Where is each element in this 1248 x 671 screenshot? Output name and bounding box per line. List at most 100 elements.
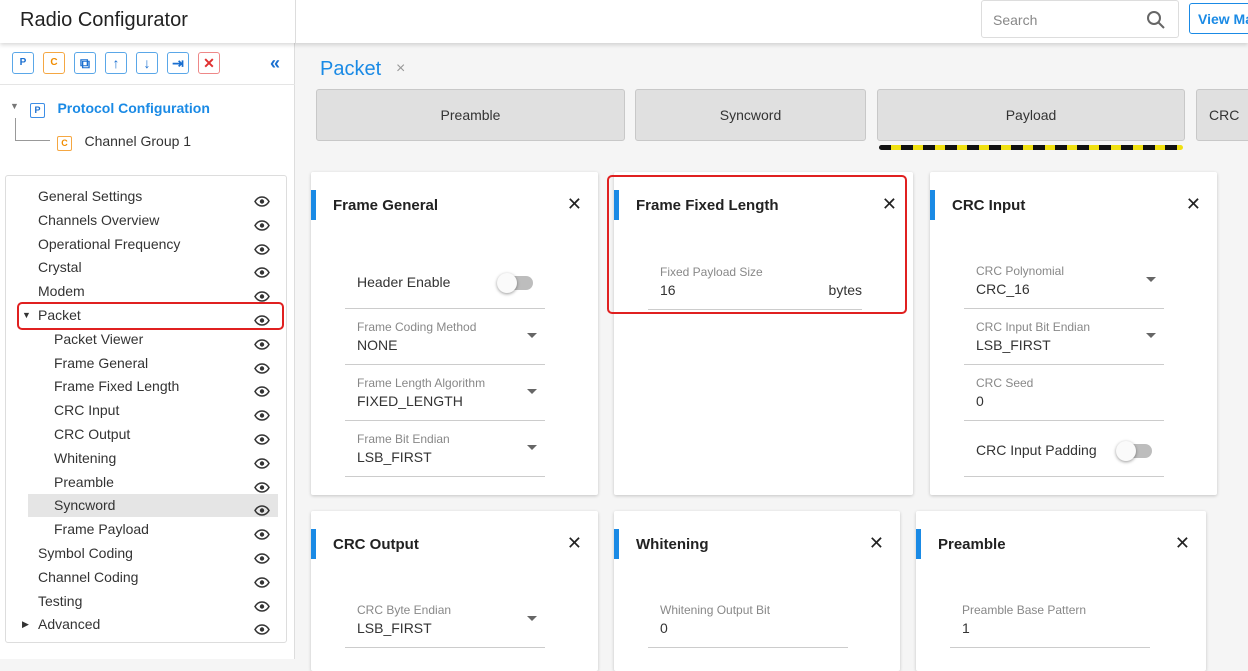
crc-byte-endian-select[interactable]: CRC Byte Endian LSB_FIRST — [345, 593, 545, 648]
settings-nav: General Settings Channels Overview Operati… — [5, 175, 287, 643]
sidebar-item-label: Operational Frequency — [38, 235, 181, 252]
sidebar-item-label: Channel Coding — [38, 568, 139, 585]
crc-input-bit-endian-select[interactable]: CRC Input Bit Endian LSB_FIRST — [964, 310, 1164, 365]
sidebar-item-channels-overview[interactable]: Channels Overview — [28, 209, 278, 232]
copy-button[interactable]: ⧉ — [74, 52, 96, 74]
tab-payload[interactable]: Payload — [877, 89, 1185, 141]
active-tab-indicator — [879, 145, 1183, 150]
dropdown-arrow-icon — [527, 333, 537, 338]
field-label: CRC Input Bit Endian — [976, 320, 1091, 334]
search-placeholder: Search — [993, 12, 1038, 28]
sidebar-item-label: Testing — [38, 592, 83, 609]
sidebar-item-crc-output[interactable]: CRC Output — [28, 423, 278, 446]
header-enable-toggle[interactable] — [497, 273, 533, 293]
dropdown-arrow-icon — [527, 389, 537, 394]
close-icon[interactable]: ✕ — [567, 533, 582, 554]
sidebar-item-label: Preamble — [54, 473, 114, 490]
field-value: 0 — [976, 393, 984, 409]
card-title: CRC Output — [333, 536, 419, 553]
crc-input-padding-row: CRC Input Padding — [964, 422, 1164, 477]
card-crc-output: CRC Output ✕ CRC Byte Endian LSB_FIRST — [311, 511, 598, 671]
sidebar-item-label: Frame Payload — [54, 521, 149, 538]
delete-button[interactable]: ✕ — [198, 52, 220, 74]
field-value: LSB_FIRST — [357, 449, 432, 465]
card-title: Whitening — [636, 536, 709, 553]
sidebar-item-frame-general[interactable]: Frame General — [28, 352, 278, 375]
dropdown-arrow-icon — [1146, 277, 1156, 282]
sidebar-item-modem[interactable]: Modem — [28, 280, 278, 303]
field-value: 0 — [660, 620, 668, 636]
card-title: CRC Input — [952, 197, 1026, 214]
header-enable-label: Header Enable — [357, 274, 451, 290]
divider — [0, 84, 295, 85]
sidebar-item-label: Modem — [38, 283, 85, 300]
close-icon[interactable]: ✕ — [567, 194, 582, 215]
crc-polynomial-select[interactable]: CRC Polynomial CRC_16 — [964, 254, 1164, 309]
sidebar-item-syncword[interactable]: Syncword — [28, 494, 278, 518]
frame-length-algorithm-select[interactable]: Frame Length Algorithm FIXED_LENGTH — [345, 366, 545, 421]
tree-child[interactable]: C Channel Group 1 — [57, 133, 191, 151]
field-value: LSB_FIRST — [976, 337, 1051, 353]
whitening-output-bit-input[interactable]: Whitening Output Bit 0 — [648, 593, 848, 648]
close-page-icon[interactable]: × — [396, 60, 405, 78]
tree-root-label: Protocol Configuration — [57, 100, 210, 116]
sidebar-item-general-settings[interactable]: General Settings — [28, 185, 278, 208]
divider — [295, 0, 296, 43]
eye-icon[interactable] — [254, 619, 270, 642]
frame-bit-endian-select[interactable]: Frame Bit Endian LSB_FIRST — [345, 422, 545, 477]
sidebar-item-crc-input[interactable]: CRC Input — [28, 399, 278, 422]
expand-caret-icon[interactable]: ▼ — [10, 101, 19, 111]
field-value: 1 — [962, 620, 970, 636]
sidebar-item-label: Frame General — [54, 354, 149, 371]
caret-right-icon[interactable]: ▶ — [22, 613, 29, 636]
tab-preamble[interactable]: Preamble — [316, 89, 625, 141]
channel-badge-icon: C — [57, 136, 72, 151]
sidebar-item-label: CRC Output — [54, 426, 131, 442]
sidebar-item-symbol-coding[interactable]: Symbol Coding — [28, 542, 278, 565]
add-protocol-button[interactable]: P — [12, 52, 34, 74]
field-label: CRC Polynomial — [976, 264, 1065, 278]
sidebar-item-frame-payload[interactable]: Frame Payload — [28, 518, 278, 541]
crc-input-padding-toggle[interactable] — [1116, 441, 1152, 461]
field-label: Preamble Base Pattern — [962, 603, 1087, 617]
highlight-packet — [17, 302, 284, 330]
move-down-button[interactable]: ↓ — [136, 52, 158, 74]
sidebar-item-label: Frame Fixed Length — [54, 378, 180, 395]
field-label: Frame Length Algorithm — [357, 376, 486, 390]
frame-coding-method-select[interactable]: Frame Coding Method NONE — [345, 310, 545, 365]
field-label: CRC Byte Endian — [357, 603, 452, 617]
sidebar-item-advanced[interactable]: ▶ Advanced — [22, 613, 278, 636]
move-up-button[interactable]: ↑ — [105, 52, 127, 74]
import-button[interactable]: ⇥ — [167, 52, 189, 74]
field-label: Frame Bit Endian — [357, 432, 450, 446]
sidebar-item-crystal[interactable]: Crystal — [28, 256, 278, 279]
sidebar-item-packet-viewer[interactable]: Packet Viewer — [28, 328, 278, 351]
close-icon[interactable]: ✕ — [869, 533, 884, 554]
sidebar-item-channel-coding[interactable]: Channel Coding — [28, 566, 278, 589]
dropdown-arrow-icon — [527, 616, 537, 621]
search-icon[interactable] — [1146, 10, 1166, 30]
sidebar-item-preamble[interactable]: Preamble — [28, 471, 278, 494]
add-channel-group-button[interactable]: C — [43, 52, 65, 74]
sidebar-item-testing[interactable]: Testing — [28, 590, 278, 613]
crc-seed-input[interactable]: CRC Seed 0 — [964, 366, 1164, 421]
sidebar: P C ⧉ ↑ ↓ ⇥ ✕ « ▼ P Protocol Configurati… — [0, 43, 295, 659]
sidebar-item-label: General Settings — [38, 188, 143, 204]
sidebar-item-whitening[interactable]: Whitening — [28, 447, 278, 470]
field-value: FIXED_LENGTH — [357, 393, 463, 409]
tab-crc[interactable]: CRC — [1196, 89, 1248, 141]
view-manual-button[interactable]: View Ma — [1189, 3, 1248, 34]
tab-syncword[interactable]: Syncword — [635, 89, 866, 141]
preamble-base-pattern-input[interactable]: Preamble Base Pattern 1 — [950, 593, 1150, 648]
search-input[interactable]: Search — [981, 0, 1179, 38]
tree-root[interactable]: P Protocol Configuration — [30, 100, 210, 118]
close-icon[interactable]: ✕ — [1186, 194, 1201, 215]
collapse-sidebar-icon[interactable]: « — [270, 53, 280, 74]
sidebar-item-frame-fixed-length[interactable]: Frame Fixed Length — [28, 375, 278, 398]
card-preamble: Preamble ✕ Preamble Base Pattern 1 — [916, 511, 1206, 671]
sidebar-item-operational-frequency[interactable]: Operational Frequency — [28, 233, 278, 256]
field-value: LSB_FIRST — [357, 620, 432, 636]
close-icon[interactable]: ✕ — [1175, 533, 1190, 554]
tree-connector — [15, 118, 50, 141]
card-title: Preamble — [938, 536, 1006, 553]
